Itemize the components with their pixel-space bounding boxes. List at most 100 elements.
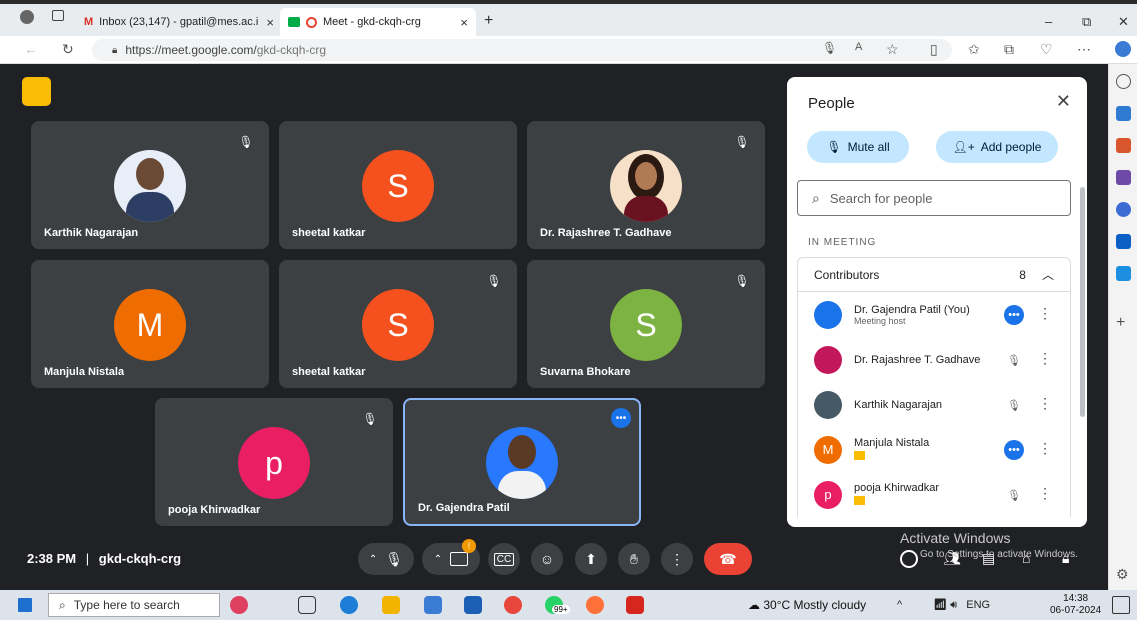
more-icon[interactable]: ••• <box>1004 305 1024 325</box>
back-icon[interactable]: ← <box>24 41 38 57</box>
participant-tile[interactable]: 🎙︎ p pooja Khirwadkar <box>155 398 393 526</box>
contributors-header[interactable]: Contributors 8 ︿ <box>797 257 1071 292</box>
camera-off-indicator-icon[interactable] <box>22 77 51 106</box>
notifications-icon[interactable] <box>1112 596 1130 614</box>
edge-sidebar: + ⚙ <box>1108 64 1137 590</box>
mic-off-icon: 🎙︎ <box>826 140 842 154</box>
more-options-icon[interactable]: ••• <box>611 408 631 428</box>
chevron-up-icon[interactable]: ︿ <box>1042 266 1054 283</box>
tab-gmail-close-icon[interactable]: × <box>266 15 274 30</box>
firefox-icon[interactable] <box>586 596 604 614</box>
drop-icon[interactable] <box>1116 266 1131 281</box>
favorite-icon[interactable]: ☆ <box>886 41 899 58</box>
search-icon[interactable] <box>1116 74 1131 89</box>
close-window-button[interactable]: ✕ <box>1118 14 1129 30</box>
search-people-input[interactable]: ⌕ Search for people <box>797 180 1071 216</box>
outlook-icon[interactable] <box>1116 234 1131 249</box>
panel-title: People <box>808 95 855 112</box>
tag-icon[interactable] <box>1116 106 1131 121</box>
tab-actions-icon[interactable] <box>52 10 64 21</box>
participant-tile[interactable]: M Manjula Nistala <box>31 260 269 388</box>
list-item[interactable]: Dr. Rajashree T. Gadhave 🎙︎ ⋮ <box>798 337 1070 382</box>
info-icon[interactable] <box>900 550 918 568</box>
search-icon: ⌕ <box>59 597 66 612</box>
office-icon[interactable] <box>1116 202 1131 217</box>
read-aloud-icon[interactable]: A <box>855 41 862 53</box>
chevron-up-icon[interactable]: ⌃ <box>434 554 442 565</box>
settings-icon[interactable]: ⚙ <box>1116 566 1131 582</box>
copilot-icon[interactable] <box>1115 41 1131 57</box>
avatar: M <box>814 435 842 464</box>
browser-essentials-icon[interactable]: ♡ <box>1040 41 1053 58</box>
tab-gmail-label: Inbox (23,147) - gpatil@mes.ac.i <box>99 16 259 28</box>
task-view-icon[interactable] <box>298 596 316 614</box>
chrome-icon[interactable] <box>504 596 522 614</box>
mail-icon[interactable] <box>464 596 482 614</box>
more-icon[interactable]: ••• <box>1004 440 1024 460</box>
add-icon[interactable]: + <box>1116 314 1131 331</box>
mic-off-icon[interactable]: 🎙︎ <box>1004 485 1024 505</box>
participant-tile[interactable]: 🎙︎ S sheetal katkar <box>279 260 517 388</box>
participant-tile[interactable]: 🎙︎ S Suvarna Bhokare <box>527 260 765 388</box>
mic-off-icon[interactable]: 🎙︎ <box>1004 395 1024 415</box>
chevron-up-icon[interactable]: ⌃ <box>369 554 377 565</box>
list-item[interactable]: p pooja Khirwadkar 🎙︎ ⋮ <box>798 472 1070 517</box>
system-tray[interactable]: ^ 📶︎ 🔊︎ ENG <box>897 598 990 612</box>
start-icon[interactable] <box>18 598 32 612</box>
people-icon[interactable] <box>1116 170 1131 185</box>
tab-meet[interactable]: Meet - gkd-ckqh-crg × <box>280 8 476 36</box>
captions-button[interactable]: CC <box>488 543 520 575</box>
store-icon[interactable] <box>424 596 442 614</box>
taskbar-search[interactable]: ⌕ Type here to search <box>48 593 220 617</box>
muted-icon: 🎙︎ <box>734 274 750 288</box>
more-vert-icon[interactable]: ⋮ <box>1038 485 1052 502</box>
chevron-up-icon[interactable]: ^ <box>897 599 902 611</box>
present-button[interactable]: ⬆ <box>575 543 607 575</box>
reactions-button[interactable]: ☺ <box>531 543 563 575</box>
activate-windows-title: Activate Windows <box>900 530 1011 546</box>
volume-icon[interactable]: 🔊︎ <box>950 599 957 611</box>
close-panel-icon[interactable]: ✕ <box>1056 91 1071 112</box>
participant-tile[interactable]: S sheetal katkar <box>279 121 517 249</box>
list-item[interactable]: M Manjula Nistala ••• ⋮ <box>798 427 1070 472</box>
file-explorer-icon[interactable] <box>382 596 400 614</box>
raise-hand-button[interactable]: ✋︎ <box>618 543 650 575</box>
tab-meet-close-icon[interactable]: × <box>460 15 468 30</box>
minimize-button[interactable]: – <box>1045 14 1052 29</box>
edge-icon[interactable] <box>340 596 358 614</box>
participant-tile-self[interactable]: ••• Dr. Gajendra Patil <box>403 398 641 526</box>
split-screen-icon[interactable]: ▯ <box>930 41 938 58</box>
mic-off-icon[interactable]: 🎙︎ <box>1004 350 1024 370</box>
microphone-button[interactable]: ⌃ 🎙︎ <box>358 543 414 575</box>
mute-all-button[interactable]: 🎙︎ Mute all <box>807 131 909 163</box>
camera-button[interactable]: ⌃ ! <box>422 539 480 575</box>
clock[interactable]: 14:38 06-07-2024 <box>1050 593 1101 617</box>
new-tab-button[interactable]: + <box>484 12 493 30</box>
list-item[interactable]: Dr. Gajendra Patil (You) Meeting host ••… <box>798 292 1070 337</box>
more-vert-icon[interactable]: ⋮ <box>1038 350 1052 367</box>
favorites-icon[interactable]: ✩ <box>968 41 980 58</box>
participant-name: pooja Khirwadkar <box>854 481 939 494</box>
refresh-icon[interactable]: ↻ <box>62 41 74 58</box>
profile-icon[interactable] <box>20 10 34 24</box>
more-icon[interactable]: ⋯ <box>1077 41 1091 58</box>
participant-tile[interactable]: 🎙︎ Karthik Nagarajan <box>31 121 269 249</box>
language-indicator[interactable]: ENG <box>966 599 990 611</box>
restore-button[interactable]: ⧉ <box>1082 14 1091 30</box>
more-options-button[interactable]: ⋮ <box>661 543 693 575</box>
scrollbar[interactable] <box>1080 187 1085 417</box>
mic-icon[interactable]: 🎙︎ <box>822 41 837 55</box>
add-people-button[interactable]: 👤︎+ Add people <box>936 131 1058 163</box>
tools-icon[interactable] <box>1116 138 1131 153</box>
acrobat-icon[interactable] <box>626 596 644 614</box>
list-item[interactable]: Karthik Nagarajan 🎙︎ ⋮ <box>798 382 1070 427</box>
collections-icon[interactable]: ⧉ <box>1004 41 1014 58</box>
wifi-icon[interactable]: 📶︎ <box>933 599 947 611</box>
more-vert-icon[interactable]: ⋮ <box>1038 305 1052 322</box>
participant-tile[interactable]: 🎙︎ Dr. Rajashree T. Gadhave <box>527 121 765 249</box>
more-vert-icon[interactable]: ⋮ <box>1038 440 1052 457</box>
tab-gmail[interactable]: M Inbox (23,147) - gpatil@mes.ac.i × <box>84 8 274 36</box>
weather-widget[interactable]: ☁ 30°C Mostly cloudy <box>748 598 866 612</box>
leave-call-button[interactable]: ☎ <box>704 543 752 575</box>
more-vert-icon[interactable]: ⋮ <box>1038 395 1052 412</box>
